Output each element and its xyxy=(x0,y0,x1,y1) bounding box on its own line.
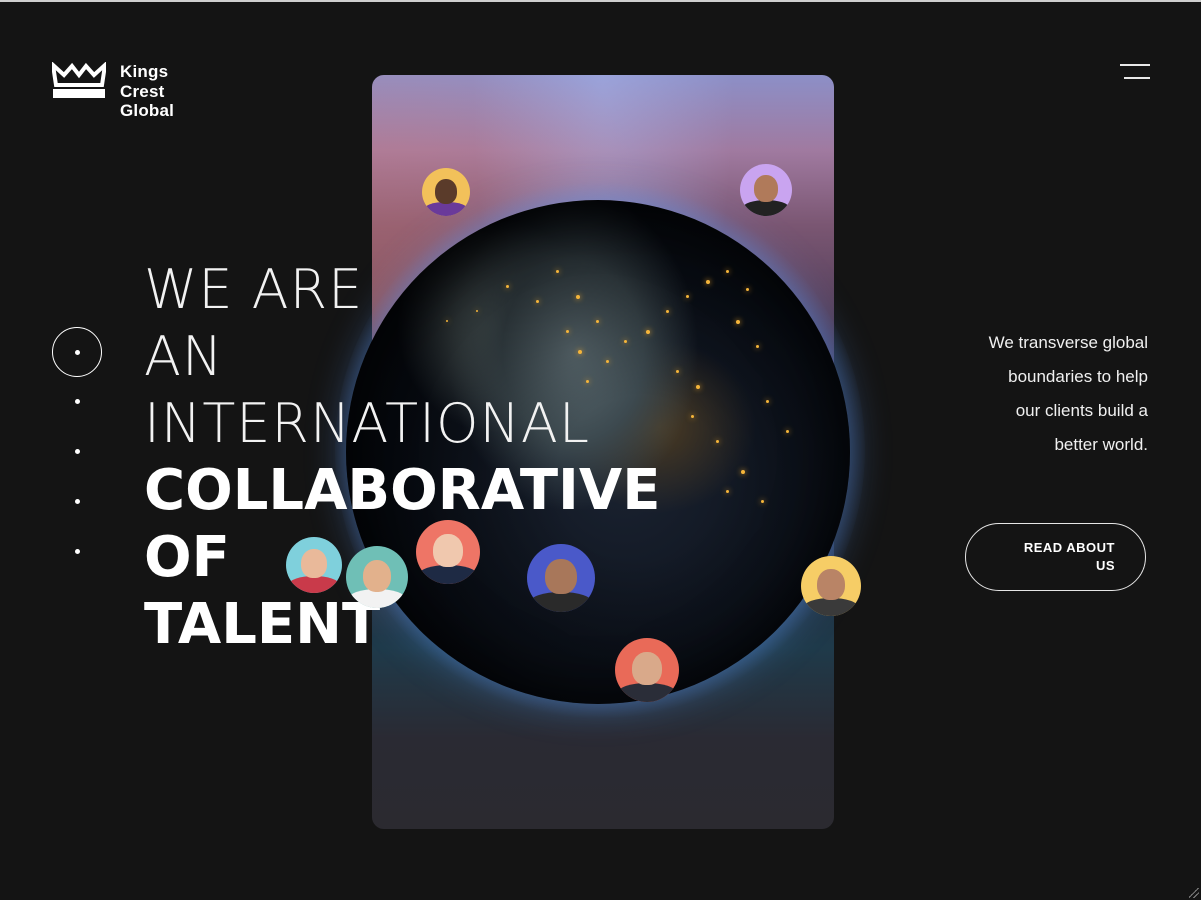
team-member-avatar[interactable] xyxy=(286,537,342,593)
tagline-line: We transverse global xyxy=(988,333,1148,352)
read-about-us-label: READ ABOUT US xyxy=(1023,540,1115,573)
brand-name-line: Global xyxy=(120,101,175,120)
tagline: We transverse global boundaries to help … xyxy=(940,326,1148,462)
headline-line: WE ARE xyxy=(144,258,364,321)
brand-name: Kings Crest Global xyxy=(120,62,174,121)
read-about-us-button[interactable]: READ ABOUT US xyxy=(965,523,1146,591)
brand-name-line: Crest xyxy=(120,81,165,101)
resize-grip-icon[interactable] xyxy=(1189,888,1199,898)
tagline-line: boundaries to help xyxy=(1008,367,1148,386)
headline-line: AN xyxy=(144,325,224,388)
pager-dot[interactable] xyxy=(75,449,80,454)
team-member-avatar[interactable] xyxy=(615,638,679,702)
tagline-line: our clients build a xyxy=(1015,401,1148,420)
tagline-line: better world. xyxy=(1054,435,1148,454)
crown-icon xyxy=(52,62,106,98)
menu-line xyxy=(1124,77,1150,79)
menu-line xyxy=(1120,64,1150,66)
team-member-avatar[interactable] xyxy=(527,544,595,612)
brand-logo[interactable]: Kings Crest Global xyxy=(52,62,174,121)
team-member-avatar[interactable] xyxy=(801,556,861,616)
headline-line: INTERNATIONAL xyxy=(144,392,590,455)
slide-pager xyxy=(52,327,102,554)
pager-dot[interactable] xyxy=(75,499,80,504)
pager-dot[interactable] xyxy=(75,549,80,554)
brand-name-line: Kings xyxy=(120,62,169,81)
team-member-avatar[interactable] xyxy=(740,164,792,216)
pager-dot[interactable] xyxy=(75,399,80,404)
team-member-avatar[interactable] xyxy=(346,546,408,608)
headline-line-bold: COLLABORATIVE xyxy=(144,458,661,523)
pager-dot-active[interactable] xyxy=(52,327,102,377)
team-member-avatar[interactable] xyxy=(422,168,470,216)
hamburger-menu-icon[interactable] xyxy=(1116,62,1150,82)
window-top-border xyxy=(0,0,1201,2)
team-member-avatar[interactable] xyxy=(416,520,480,584)
